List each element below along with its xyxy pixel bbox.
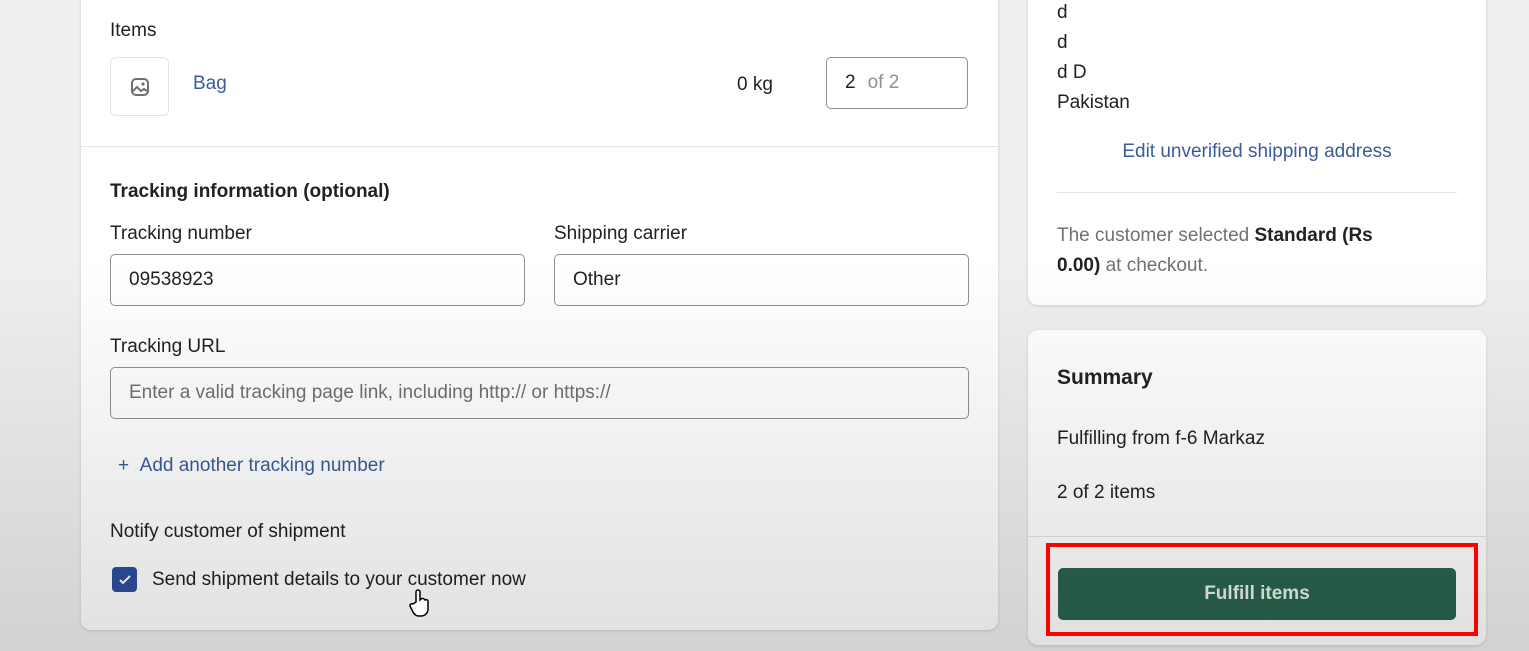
shipping-carrier-select[interactable]: Other — [554, 254, 969, 306]
address-line: d — [1057, 2, 1068, 23]
quantity-input[interactable]: 2 of 2 — [826, 57, 968, 109]
summary-heading: Summary — [1057, 366, 1153, 389]
notify-checkbox-label[interactable]: Send shipment details to your customer n… — [152, 569, 526, 591]
item-weight: 0 kg — [737, 74, 773, 95]
shipping-address-card: d d d D Pakistan Edit unverified shippin… — [1028, 0, 1486, 305]
address-lines: d d d D Pakistan — [1057, 0, 1130, 118]
quantity-value: 2 — [845, 72, 856, 93]
product-link[interactable]: Bag — [193, 73, 227, 95]
shipping-carrier-label: Shipping carrier — [554, 223, 688, 244]
fulfilling-from: Fulfilling from f-6 Markaz — [1057, 428, 1265, 449]
tracking-number-label: Tracking number — [110, 223, 252, 244]
divider — [81, 146, 998, 147]
address-line: d D — [1057, 62, 1087, 83]
notify-heading: Notify customer of shipment — [110, 521, 346, 542]
quantity-of: of 2 — [867, 72, 900, 93]
image-placeholder-icon — [130, 77, 149, 96]
address-line: d — [1057, 32, 1068, 53]
tracking-url-input[interactable]: Enter a valid tracking page link, includ… — [110, 367, 969, 419]
divider — [1057, 192, 1457, 193]
notify-checkbox[interactable] — [112, 567, 137, 592]
item-count: 2 of 2 items — [1057, 482, 1156, 503]
shipping-text-pre: The customer selected — [1057, 225, 1255, 246]
shipping-method-text: The customer selected Standard (Rs 0.00)… — [1057, 221, 1417, 281]
highlight-box — [1046, 543, 1478, 636]
checkmark-icon — [118, 574, 131, 584]
tracking-number-input[interactable]: 09538923 — [110, 254, 525, 306]
fulfillment-card: Items Bag 0 kg 2 of 2 Tracking informati… — [81, 0, 998, 630]
edit-address-link[interactable]: Edit unverified shipping address — [1028, 141, 1486, 163]
divider — [1028, 536, 1486, 537]
add-tracking-label: Add another tracking number — [139, 455, 385, 476]
plus-icon: + — [118, 455, 140, 476]
tracking-url-label: Tracking URL — [110, 336, 226, 357]
tracking-heading: Tracking information (optional) — [110, 181, 390, 202]
shipping-method: Standard — [1254, 225, 1337, 246]
items-heading: Items — [110, 20, 157, 41]
product-thumbnail — [110, 57, 169, 116]
hand-cursor-icon — [409, 589, 429, 617]
shipping-text-post: at checkout. — [1100, 255, 1209, 276]
add-tracking-button[interactable]: + Add another tracking number — [118, 455, 385, 477]
address-line: Pakistan — [1057, 92, 1130, 113]
